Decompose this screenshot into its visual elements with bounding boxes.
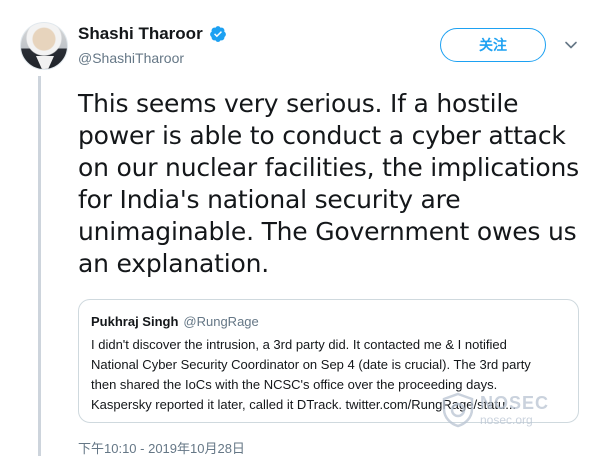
shield-icon <box>442 392 474 428</box>
follow-button[interactable]: 关注 <box>440 28 546 62</box>
quoted-handle: @RungRage <box>183 314 259 329</box>
watermark-site: nosec.org <box>480 413 533 427</box>
display-name[interactable]: Shashi Tharoor <box>78 24 203 44</box>
tweet-text-line: This seems very serious. If a hostile <box>78 89 519 118</box>
tweet-text-line: on our nuclear facilities, the implicati… <box>78 153 579 182</box>
avatar[interactable] <box>20 22 68 70</box>
watermark: NOSEC nosec.org <box>440 392 549 428</box>
tweet-text-line: for India's national security are <box>78 185 461 214</box>
timestamp[interactable]: 下午10:10 - 2019年10月28日 <box>78 438 245 456</box>
tweet-text: This seems very serious. If a hostile po… <box>78 88 583 280</box>
verified-badge-icon <box>209 26 226 42</box>
quoted-display-name: Pukhraj Singh <box>91 314 179 329</box>
tweet-text-line: unimaginable. The Government owes us <box>78 217 577 246</box>
thread-line <box>38 76 41 456</box>
quoted-tweet-header: Pukhraj Singh @RungRage <box>91 314 566 329</box>
tweet-text-line: an explanation. <box>78 249 269 278</box>
quoted-text-line: National Cyber Security Coordinator on S… <box>91 357 531 372</box>
watermark-text: NOSEC nosec.org <box>480 394 549 426</box>
chevron-down-icon[interactable] <box>564 38 578 52</box>
name-row: Shashi Tharoor <box>78 24 227 44</box>
watermark-brand: NOSEC <box>480 393 550 413</box>
handle[interactable]: @ShashiTharoor <box>78 50 227 66</box>
tweet-header: Shashi Tharoor @ShashiTharoor <box>78 24 227 66</box>
quoted-text-line: I didn't discover the intrusion, a 3rd p… <box>91 337 507 352</box>
tweet-text-line: power is able to conduct a cyber attack <box>78 121 566 150</box>
